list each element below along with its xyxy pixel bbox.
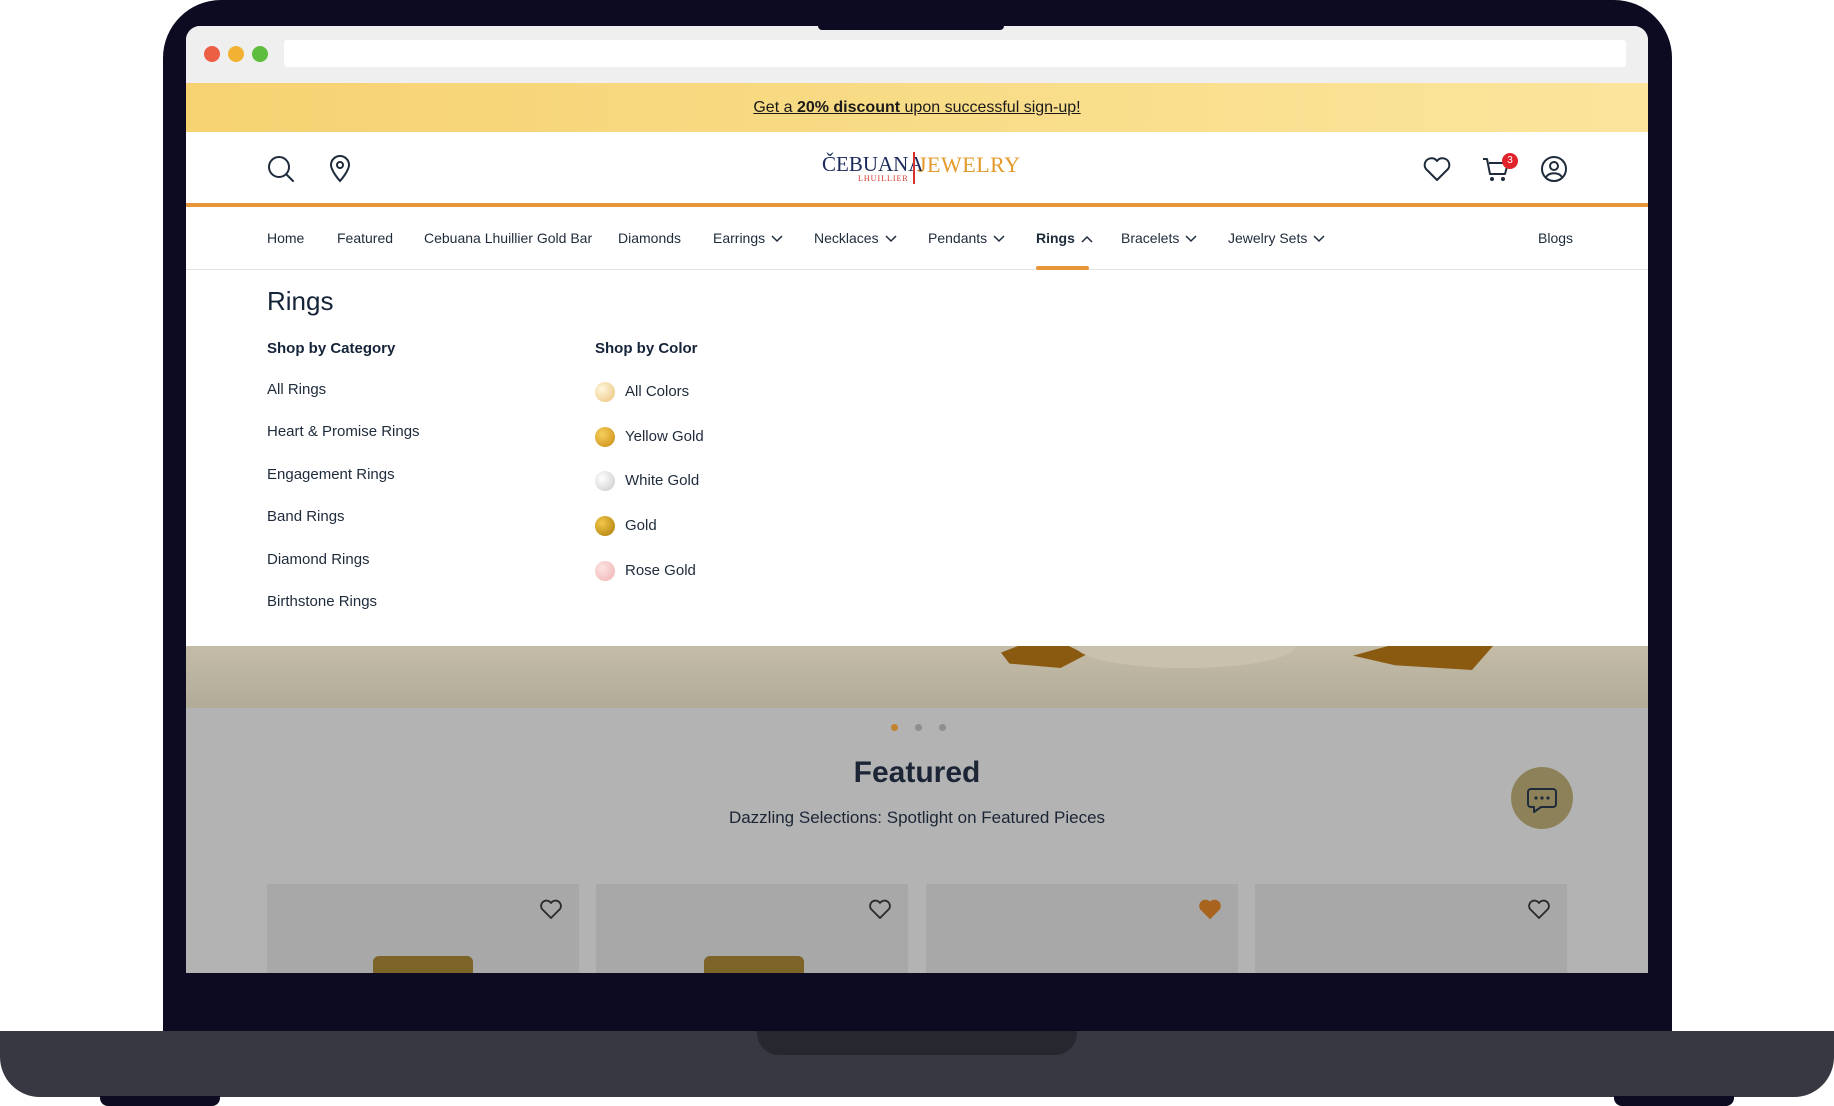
mega-menu-title: Rings xyxy=(267,286,334,316)
nav-earrings[interactable]: Earrings xyxy=(713,207,783,270)
yellow-gold-swatch-icon xyxy=(595,427,615,447)
heart-icon[interactable] xyxy=(868,898,892,920)
featured-subtitle: Dazzling Selections: Spotlight on Featur… xyxy=(728,808,1106,827)
nav-blogs-label: Blogs xyxy=(1538,230,1574,246)
category-link-engagement-rings[interactable]: Engagement Rings xyxy=(267,466,395,483)
cart-count-badge: 3 xyxy=(1502,153,1518,169)
screen: Get a 20% discount upon successful sign-… xyxy=(186,26,1648,973)
nav-home[interactable]: Home xyxy=(267,207,304,270)
logo-lhuillier: LHUILLIER xyxy=(858,174,909,183)
hero-gold-nugget xyxy=(1353,646,1493,670)
search-icon[interactable] xyxy=(266,154,296,184)
nav-featured[interactable]: Featured xyxy=(337,207,393,270)
nav-blogs[interactable]: Blogs xyxy=(1538,207,1573,270)
shop-by-category-heading: Shop by Category xyxy=(267,340,396,357)
nav-earrings-label: Earrings xyxy=(713,230,766,246)
category-link-heart-promise-rings[interactable]: Heart & Promise Rings xyxy=(267,423,420,440)
product-card[interactable] xyxy=(596,884,908,973)
page-content-overlay: Featured Dazzling Selections: Spotlight … xyxy=(186,646,1648,973)
color-label: All Colors xyxy=(625,383,690,400)
location-pin-icon[interactable] xyxy=(325,154,355,184)
nav-rings[interactable]: Rings xyxy=(1036,207,1093,270)
category-link-diamond-rings[interactable]: Diamond Rings xyxy=(267,551,370,568)
browser-toolbar xyxy=(186,26,1648,83)
chevron-down-icon xyxy=(771,235,783,243)
laptop-base xyxy=(0,1031,1834,1097)
category-link-all-rings[interactable]: All Rings xyxy=(267,381,326,398)
shop-by-color-heading: Shop by Color xyxy=(595,340,698,357)
nav-gold-bar[interactable]: Cebuana Lhuillier Gold Bar xyxy=(424,207,592,270)
white-gold-swatch-icon xyxy=(595,471,615,491)
category-link-birthstone-rings[interactable]: Birthstone Rings xyxy=(267,593,377,610)
rose-gold-swatch-icon xyxy=(595,561,615,581)
nav-pendants[interactable]: Pendants xyxy=(928,207,1005,270)
carousel-dot-1[interactable] xyxy=(891,724,898,731)
gold-swatch-icon xyxy=(595,516,615,536)
nav-rings-label: Rings xyxy=(1036,230,1075,246)
heart-filled-icon[interactable] xyxy=(1198,898,1222,920)
logo-divider xyxy=(913,152,915,184)
product-image xyxy=(373,956,473,973)
nav-diamonds[interactable]: Diamonds xyxy=(618,207,681,270)
laptop-foot-right xyxy=(1614,1096,1734,1106)
address-bar[interactable] xyxy=(284,40,1626,67)
nav-jewelry-sets[interactable]: Jewelry Sets xyxy=(1228,207,1325,270)
color-label: Yellow Gold xyxy=(625,428,704,445)
all-colors-swatch-icon xyxy=(595,382,615,402)
promo-discount: 20% discount xyxy=(796,99,901,116)
wishlist-heart-icon[interactable] xyxy=(1422,154,1452,184)
promo-banner[interactable]: Get a 20% discount upon successful sign-… xyxy=(186,83,1648,132)
color-label: Rose Gold xyxy=(625,562,696,579)
camera-notch xyxy=(818,26,1004,30)
heart-icon[interactable] xyxy=(1527,898,1551,920)
nav-gold-bar-label: Cebuana Lhuillier Gold Bar xyxy=(424,230,593,246)
minimize-window-button[interactable] xyxy=(228,46,244,62)
logo-jewelry: JEWELRY xyxy=(918,152,1021,177)
site-header: ČEBUANA LHUILLIER JEWELRY xyxy=(186,132,1648,207)
nav-necklaces[interactable]: Necklaces xyxy=(814,207,897,270)
brand-logo[interactable]: ČEBUANA LHUILLIER JEWELRY xyxy=(822,152,1020,186)
heart-icon[interactable] xyxy=(539,898,563,920)
promo-suffix: upon successful sign-up! xyxy=(900,99,1081,116)
product-card[interactable] xyxy=(926,884,1238,973)
rings-mega-menu: Rings Shop by Category Shop by Color All… xyxy=(186,270,1648,646)
featured-title: Featured xyxy=(853,756,981,789)
color-label: White Gold xyxy=(625,472,700,489)
product-card[interactable] xyxy=(1255,884,1567,973)
hero-gold-nugget xyxy=(1001,646,1086,668)
hero-display-plate xyxy=(1076,646,1296,668)
product-image xyxy=(704,956,804,973)
category-link-band-rings[interactable]: Band Rings xyxy=(267,508,345,525)
chat-button[interactable] xyxy=(1511,767,1573,829)
maximize-window-button[interactable] xyxy=(252,46,268,62)
chevron-down-icon xyxy=(1185,235,1197,243)
promo-prefix: Get a xyxy=(753,99,797,116)
chevron-up-icon xyxy=(1081,236,1093,243)
laptop-foot-left xyxy=(100,1096,220,1106)
laptop-base-notch xyxy=(757,1031,1077,1055)
product-card[interactable] xyxy=(267,884,579,973)
chevron-down-icon xyxy=(1313,235,1325,243)
main-nav: Home Featured Cebuana Lhuillier Gold Bar… xyxy=(186,207,1648,270)
nav-bracelets-label: Bracelets xyxy=(1121,230,1180,246)
close-window-button[interactable] xyxy=(204,46,220,62)
nav-featured-label: Featured xyxy=(337,230,394,246)
product-image xyxy=(1345,972,1475,973)
hero-banner[interactable] xyxy=(186,646,1648,708)
chat-icon xyxy=(1527,788,1557,813)
nav-pendants-label: Pendants xyxy=(928,230,988,246)
color-label: Gold xyxy=(625,517,657,534)
nav-bracelets[interactable]: Bracelets xyxy=(1121,207,1197,270)
carousel-dot-3[interactable] xyxy=(939,724,946,731)
chevron-down-icon xyxy=(993,235,1005,243)
nav-diamonds-label: Diamonds xyxy=(618,230,682,246)
chevron-down-icon xyxy=(885,235,897,243)
account-icon[interactable] xyxy=(1539,154,1569,184)
nav-necklaces-label: Necklaces xyxy=(814,230,879,246)
carousel-dot-2[interactable] xyxy=(915,724,922,731)
nav-jewelry-sets-label: Jewelry Sets xyxy=(1228,230,1308,246)
nav-home-label: Home xyxy=(267,230,305,246)
